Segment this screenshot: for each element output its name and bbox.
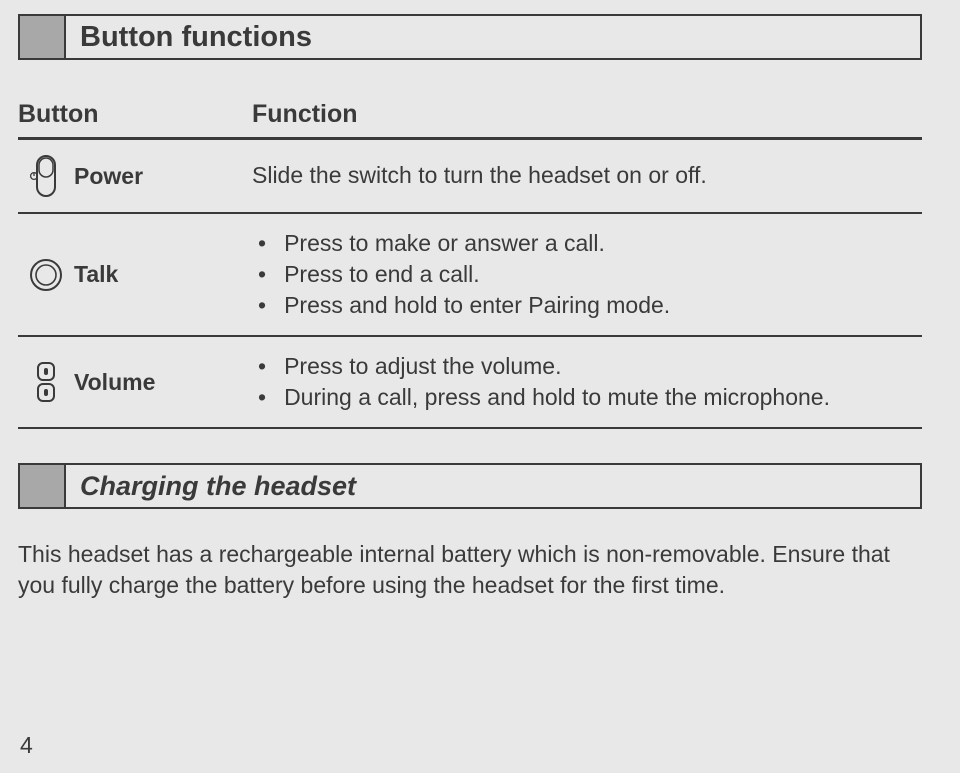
talk-button-icon <box>18 253 74 297</box>
section-title-box: Charging the headset <box>64 463 922 509</box>
function-list: Press to adjust the volume. During a cal… <box>252 351 830 413</box>
header-function: Function <box>252 90 922 137</box>
button-name: Volume <box>74 369 155 396</box>
section-title-box: Button functions <box>64 14 922 60</box>
header-button: Button <box>18 90 252 137</box>
table-row: Talk Press to make or answer a call. Pre… <box>18 214 922 337</box>
function-item: During a call, press and hold to mute th… <box>258 382 830 413</box>
section-tab <box>18 14 64 60</box>
function-item: Press to make or answer a call. <box>258 228 670 259</box>
button-function-table: Button Function Power Slide the switch t… <box>18 90 922 429</box>
table-row: Volume Press to adjust the volume. Durin… <box>18 337 922 429</box>
section-bar-button-functions: Button functions <box>18 14 922 60</box>
function-item: Press to adjust the volume. <box>258 351 830 382</box>
button-name: Talk <box>74 261 118 288</box>
charging-paragraph: This headset has a rechargeable internal… <box>18 539 922 601</box>
function-list: Press to make or answer a call. Press to… <box>252 228 670 321</box>
power-switch-icon <box>18 154 74 198</box>
button-name: Power <box>74 163 143 190</box>
table-row: Power Slide the switch to turn the heads… <box>18 140 922 214</box>
function-item: Press to end a call. <box>258 259 670 290</box>
page-number: 4 <box>20 732 33 759</box>
table-header-row: Button Function <box>18 90 922 140</box>
function-text: Slide the switch to turn the headset on … <box>252 160 707 191</box>
section-tab <box>18 463 64 509</box>
section-title: Button functions <box>80 21 312 54</box>
function-item: Press and hold to enter Pairing mode. <box>258 290 670 321</box>
section-title: Charging the headset <box>80 471 356 502</box>
section-bar-charging: Charging the headset <box>18 463 922 509</box>
volume-buttons-icon <box>18 360 74 404</box>
